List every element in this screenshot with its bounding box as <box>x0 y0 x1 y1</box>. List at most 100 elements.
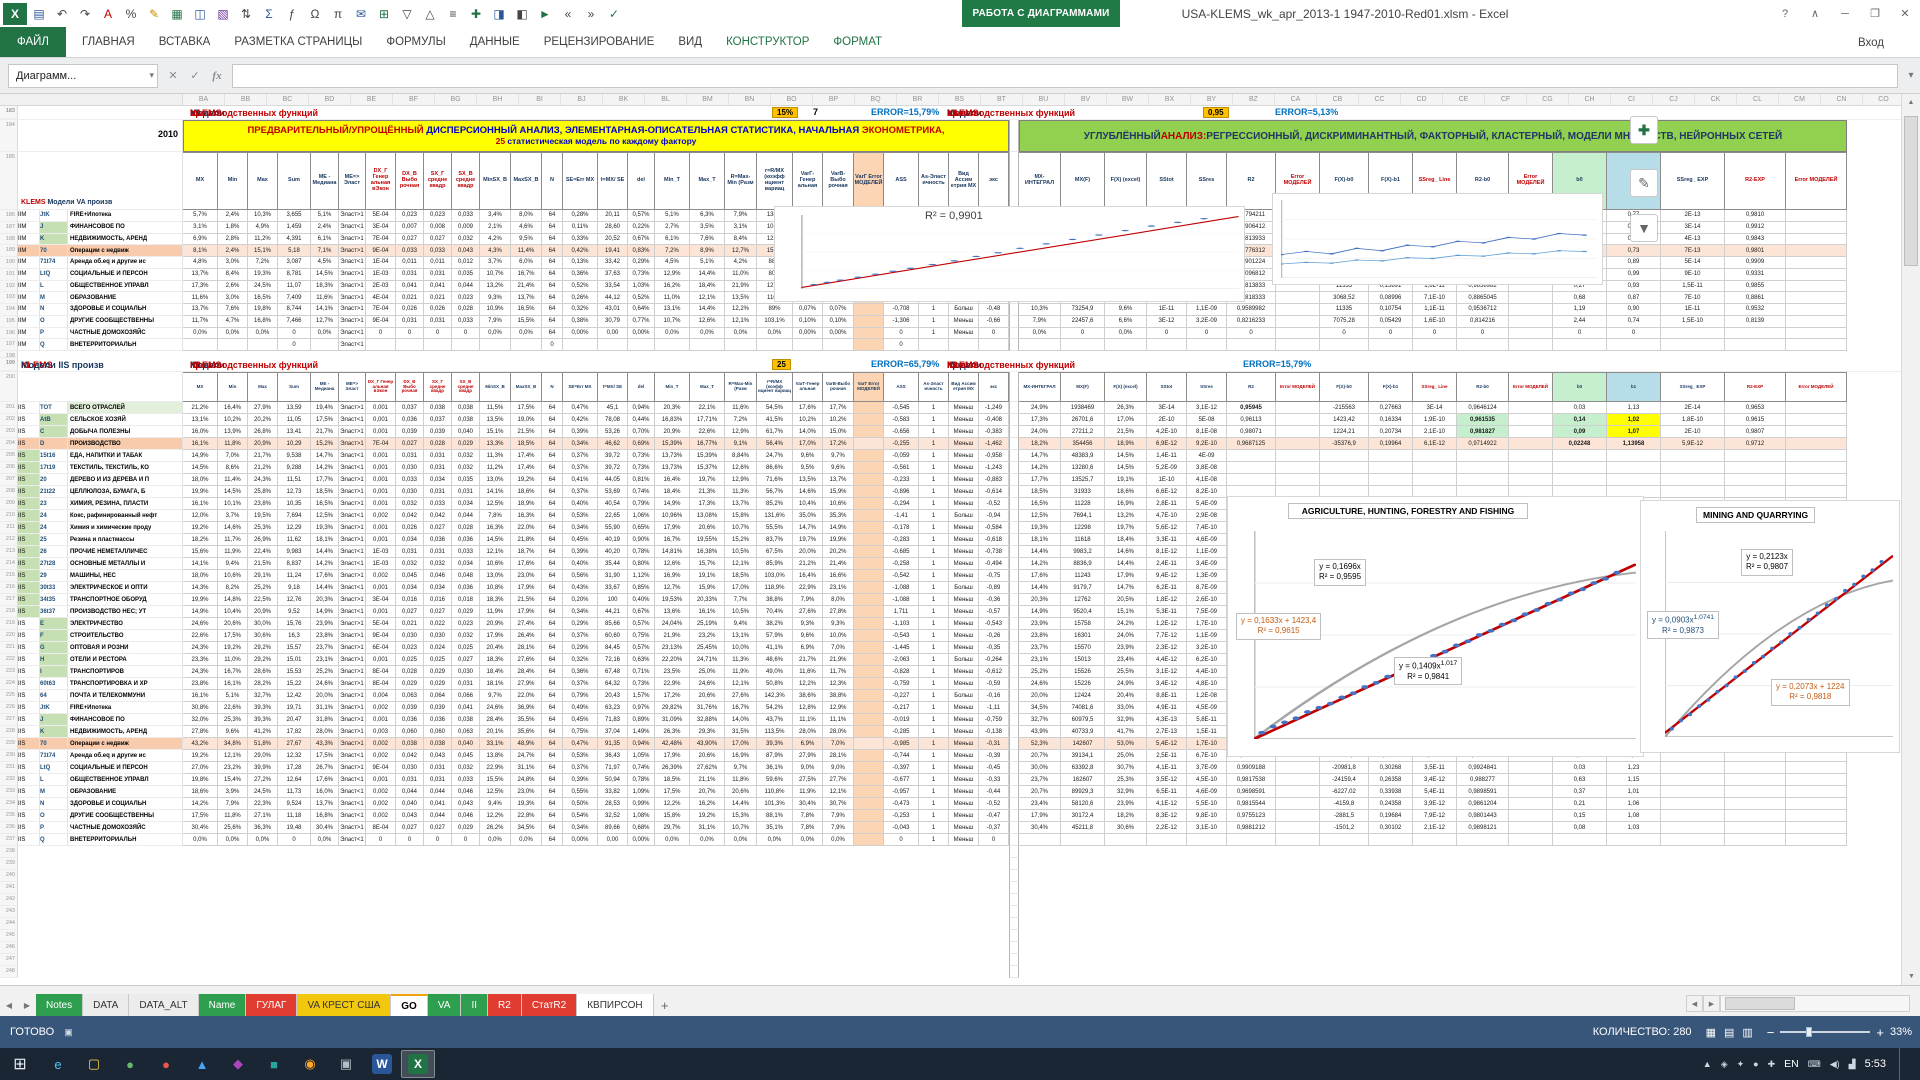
grid-cell[interactable]: -0,542 <box>884 570 919 582</box>
grid-cell[interactable]: 22,20% <box>655 654 690 666</box>
industry-label-cell[interactable]: ЧАСТНЫЕ ДОМОХОЗЯЙС <box>68 328 183 340</box>
industry-label-cell[interactable]: ОПТОВАЯ И РОЗНИ <box>68 642 183 654</box>
grid-cell[interactable]: 23,7% <box>1019 642 1061 654</box>
grid-cell[interactable] <box>1661 798 1725 810</box>
grid-cell[interactable]: 25,45% <box>690 642 725 654</box>
grid-cell[interactable]: 8,781 <box>278 269 311 281</box>
grid-cell[interactable]: 20,9% <box>248 606 278 618</box>
grid-cell[interactable]: 33,54 <box>598 281 628 293</box>
industry-code-cell[interactable]: H <box>40 654 68 666</box>
column-header[interactable]: BG <box>435 94 477 105</box>
column-header[interactable]: BM <box>687 94 729 105</box>
grid-cell[interactable]: 30,4% <box>183 822 218 834</box>
grid-cell[interactable]: 35,0% <box>793 510 823 522</box>
grid-cell[interactable]: 0,001 <box>366 426 396 438</box>
row-code-cell[interactable]: IIS <box>18 822 40 834</box>
taskbar-file-explorer-icon[interactable]: ▢ <box>77 1050 111 1078</box>
grid-cell[interactable] <box>1786 822 1847 834</box>
grid-cell[interactable]: 63,23 <box>598 702 628 714</box>
grid-cell[interactable]: 21,7% <box>793 654 823 666</box>
column-title[interactable]: SSreg_ Line <box>1413 372 1457 402</box>
industry-label-cell[interactable]: ВСЕГО ОТРАСЛЕЙ <box>68 402 183 414</box>
grid-cell[interactable]: 0 <box>424 328 452 340</box>
grid-cell[interactable] <box>854 642 884 654</box>
grid-cell[interactable] <box>854 510 884 522</box>
grid-cell[interactable]: 60979,5 <box>1061 714 1105 726</box>
grid-cell[interactable]: 17,5% <box>311 414 339 426</box>
grid-cell[interactable]: 0,71% <box>628 666 655 678</box>
grid-cell[interactable]: 44,21 <box>598 606 628 618</box>
column-title[interactable]: Error МОДЕЛЕЙ <box>1786 152 1847 210</box>
grid-cell[interactable]: 27,6% <box>793 606 823 618</box>
grid-cell[interactable]: 1 <box>919 402 949 414</box>
grid-cell[interactable]: 0,93 <box>1607 281 1661 293</box>
grid-cell[interactable]: 11,8% <box>218 810 248 822</box>
grid-cell[interactable]: Меньш <box>949 546 979 558</box>
grid-cell[interactable]: 12,2% <box>793 678 823 690</box>
grid-cell[interactable]: 12,32 <box>278 750 311 762</box>
scroll-right-arrow[interactable]: ▶ <box>1703 995 1720 1012</box>
grid-cell[interactable]: 17,9% <box>655 750 690 762</box>
industry-code-cell[interactable]: 29 <box>40 570 68 582</box>
grid-cell[interactable]: 0,001 <box>366 462 396 474</box>
row-header[interactable]: 239 <box>0 858 18 870</box>
sheet-nav-arrow[interactable]: ◀ <box>0 994 18 1016</box>
grid-cell[interactable]: 0,042 <box>396 750 424 762</box>
grid-cell[interactable]: -0,543 <box>884 630 919 642</box>
grid-cell[interactable]: 4,1E-08 <box>1187 474 1227 486</box>
grid-cell[interactable]: 18,3% <box>480 594 511 606</box>
grid-cell[interactable]: 0,028 <box>452 304 480 316</box>
grid-cell[interactable]: 64 <box>542 678 563 690</box>
grid-cell[interactable]: 7,1% <box>311 245 339 257</box>
grid-cell[interactable]: -0,896 <box>884 486 919 498</box>
grid-cell[interactable]: 8,2% <box>218 582 248 594</box>
grid-cell[interactable]: 14,9% <box>655 498 690 510</box>
grid-cell[interactable] <box>1509 316 1553 328</box>
grid-cell[interactable]: 17,9% <box>1105 570 1147 582</box>
grid-cell[interactable] <box>1105 834 1147 846</box>
grid-cell[interactable]: 9E-04 <box>366 245 396 257</box>
grid-cell[interactable] <box>1786 798 1847 810</box>
grid-cell[interactable]: 0,85% <box>628 582 655 594</box>
grid-cell[interactable]: 33,42 <box>598 257 628 269</box>
grid-cell[interactable]: 9E-04 <box>366 316 396 328</box>
grid-cell[interactable]: 44,05 <box>598 474 628 486</box>
grid-cell[interactable]: 24,6% <box>1019 678 1061 690</box>
grid-cell[interactable]: 1 <box>919 426 949 438</box>
grid-cell[interactable] <box>1276 426 1320 438</box>
grid-cell[interactable] <box>1147 834 1187 846</box>
grid-cell[interactable]: 16,1% <box>690 606 725 618</box>
grid-cell[interactable]: 28,60 <box>598 222 628 234</box>
grid-cell[interactable]: -0,217 <box>884 702 919 714</box>
grid-cell[interactable]: 23,0% <box>511 786 542 798</box>
grid-cell[interactable]: 19,2% <box>218 642 248 654</box>
grid-cell[interactable]: 0,52% <box>563 281 598 293</box>
grid-cell[interactable]: 38,2% <box>757 618 793 630</box>
grid-cell[interactable]: Эласт>1 <box>339 714 366 726</box>
grid-cell[interactable]: 0,028 <box>396 666 424 678</box>
grid-cell[interactable] <box>1105 339 1147 351</box>
grid-cell[interactable]: 13,73% <box>655 462 690 474</box>
grid-cell[interactable]: 64 <box>542 316 563 328</box>
grid-cell[interactable]: 0,36% <box>563 666 598 678</box>
industry-code-cell[interactable]: JtK <box>40 702 68 714</box>
grid-cell[interactable]: -0,294 <box>884 498 919 510</box>
grid-cell[interactable]: Эласт>1 <box>339 474 366 486</box>
grid-cell[interactable] <box>1725 762 1786 774</box>
grid-cell[interactable]: 59,6% <box>757 774 793 786</box>
grid-cell[interactable]: 15,39% <box>690 450 725 462</box>
grid-cell[interactable] <box>1725 786 1786 798</box>
grid-cell[interactable]: 18,4% <box>1105 534 1147 546</box>
grid-cell[interactable]: 14,5% <box>183 462 218 474</box>
grid-cell[interactable]: 13,7% <box>823 474 854 486</box>
grid-cell[interactable]: 11,0% <box>218 654 248 666</box>
grid-cell[interactable]: 15570 <box>1061 642 1105 654</box>
grid-cell[interactable]: 19,2% <box>183 522 218 534</box>
grid-cell[interactable]: 20,2% <box>823 546 854 558</box>
grid-cell[interactable]: 0,73% <box>628 269 655 281</box>
grid-cell[interactable]: 1E-03 <box>366 269 396 281</box>
grid-cell[interactable]: 0,064 <box>424 690 452 702</box>
grid-cell[interactable]: 11,51 <box>278 474 311 486</box>
grid-cell[interactable]: 11,1% <box>823 714 854 726</box>
vertical-scrollbar[interactable]: ▲▼ <box>1901 94 1920 985</box>
